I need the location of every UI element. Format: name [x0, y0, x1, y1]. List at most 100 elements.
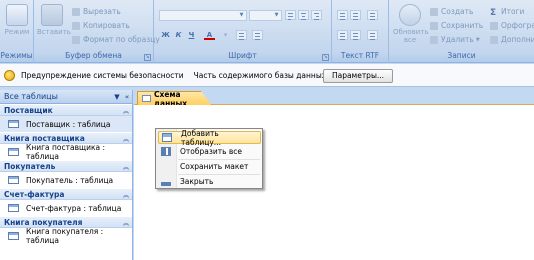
bullets-icon[interactable] — [337, 30, 348, 40]
group-rich-text: Текст RTF — [332, 0, 389, 63]
menu-item-show-all[interactable]: Отобразить все — [158, 145, 261, 158]
more-label: Дополни — [501, 35, 534, 44]
nav-group-title: Покупатель — [4, 161, 56, 171]
scissors-icon — [72, 7, 80, 16]
save-record-label: Сохранить — [441, 21, 484, 30]
numbering-icon[interactable] — [350, 30, 361, 40]
chevron-down-icon: ▼ — [239, 12, 244, 18]
group-font: ▼ ▼ Ж К Ч А ▾ Шрифт ↘ — [154, 0, 332, 63]
group-views: Режим Режимы — [0, 0, 34, 63]
cut-button[interactable]: Вырезать — [72, 6, 121, 17]
new-record-label: Создать — [441, 7, 474, 16]
group-views-label: Режимы — [0, 51, 33, 62]
nav-item-table[interactable]: Счет-фактура : таблица — [0, 200, 132, 216]
menu-item-add-table[interactable]: Добавить таблицу... — [158, 128, 261, 147]
sigma-icon: Σ — [490, 7, 497, 18]
add-table-icon — [162, 133, 172, 142]
clipboard-launcher-icon[interactable]: ↘ — [144, 54, 151, 61]
menu-item-close[interactable]: Закрыть — [158, 175, 261, 188]
copy-label: Копировать — [83, 21, 130, 30]
shield-icon — [4, 69, 15, 81]
align-left-icon[interactable] — [285, 10, 296, 20]
delete-icon — [430, 35, 438, 44]
chevron-down-icon: ▼ — [475, 36, 480, 43]
nav-group-title: Книга поставщика — [4, 133, 85, 143]
indent-decrease-icon[interactable] — [337, 10, 348, 20]
security-warning-bar: Предупреждение системы безопасности Част… — [0, 64, 534, 87]
more-icon — [490, 35, 498, 44]
nav-item-label: Книга поставщика : таблица — [26, 143, 105, 161]
menu-item-label: Добавить таблицу... — [181, 128, 221, 147]
format-painter-label: Формат по образцу — [83, 35, 160, 44]
delete-record-button[interactable]: Удалить ▼ — [430, 34, 480, 45]
menu-item-label: Сохранить макет — [180, 162, 249, 171]
ribbon: Режим Режимы Вставить Вырезать Копироват… — [0, 0, 534, 63]
nav-group-header[interactable]: Счет-фактура ︽ — [0, 188, 132, 200]
save-icon — [430, 21, 438, 30]
bold-icon[interactable]: Ж — [160, 30, 171, 40]
paste-button[interactable]: Вставить — [37, 4, 71, 48]
cut-label: Вырезать — [83, 7, 121, 16]
paste-icon — [41, 4, 63, 26]
save-record-button[interactable]: Сохранить — [430, 20, 483, 31]
options-button[interactable]: Параметры... — [323, 69, 393, 83]
nav-group-title: Счет-фактура — [4, 189, 65, 199]
group-font-label: Шрифт — [154, 51, 331, 62]
menu-item-label: Закрыть — [180, 177, 214, 186]
nav-group-header[interactable]: Покупатель ︽ — [0, 160, 132, 172]
indent-increase-icon[interactable] — [350, 10, 361, 20]
refresh-icon — [399, 4, 421, 26]
more-button[interactable]: Дополни — [490, 34, 534, 45]
tab-relationships[interactable]: Схема данных — [137, 91, 212, 105]
menu-item-save-layout[interactable]: Сохранить макет — [158, 160, 261, 173]
underline-icon[interactable]: Ч — [186, 30, 197, 40]
nav-item-label: Покупатель : таблица — [26, 175, 114, 185]
table-icon — [8, 120, 19, 128]
highlight-icon[interactable] — [367, 30, 378, 40]
table-icon — [8, 148, 19, 156]
table-icon — [8, 232, 19, 240]
group-clipboard-label: Буфер обмена — [34, 51, 153, 62]
align-right-icon[interactable] — [311, 10, 322, 20]
chevron-down-icon: ▼ — [274, 12, 279, 18]
chevron-up-icon: ︽ — [122, 107, 129, 115]
fill-pattern-icon[interactable] — [252, 30, 263, 40]
menu-item-label: Отобразить все — [180, 147, 243, 156]
align-center-icon[interactable] — [298, 10, 309, 20]
nav-item-label: Поставщик : таблица — [26, 119, 111, 129]
nav-group-title: Поставщик — [4, 105, 53, 115]
save-layout-icon — [161, 162, 171, 171]
nav-item-table[interactable]: Книга покупателя : таблица — [0, 227, 132, 245]
nav-item-label: Книга покупателя : таблица — [26, 227, 104, 245]
spelling-label: Орфогра — [501, 21, 534, 30]
gridlines-icon[interactable] — [236, 30, 247, 40]
view-button[interactable]: Режим — [3, 4, 31, 48]
new-record-button[interactable]: Создать — [430, 6, 473, 17]
spelling-button[interactable]: Орфогра — [490, 20, 534, 31]
copy-button[interactable]: Копировать — [72, 20, 130, 31]
rtl-icon[interactable] — [367, 10, 378, 20]
refresh-all-button[interactable]: Обновить все — [393, 4, 429, 48]
format-painter-button[interactable]: Формат по образцу — [72, 34, 160, 45]
nav-item-table[interactable]: Покупатель : таблица — [0, 172, 132, 188]
group-records-label: Записи — [389, 51, 534, 62]
nav-pane-header[interactable]: Все таблицы ▼ « — [0, 90, 132, 104]
nav-group-header[interactable]: Поставщик ︽ — [0, 104, 132, 116]
group-records: Обновить все Создать Сохранить Удалить ▼… — [389, 0, 534, 63]
chevron-up-icon: ︽ — [122, 135, 129, 143]
nav-item-table[interactable]: Поставщик : таблица — [0, 116, 132, 132]
font-color-icon[interactable]: А — [204, 30, 215, 40]
nav-item-table[interactable]: Книга поставщика : таблица — [0, 143, 132, 161]
document-tabstrip: Схема данных — [134, 90, 534, 105]
totals-button[interactable]: Σ Итоги — [490, 6, 524, 18]
fill-color-icon[interactable]: ▾ — [220, 30, 231, 40]
table-icon — [8, 176, 19, 184]
chevron-down-icon[interactable]: ▼ — [112, 93, 122, 101]
font-name-combo[interactable]: ▼ — [159, 10, 247, 21]
table-icon — [8, 204, 19, 212]
italic-icon[interactable]: К — [173, 30, 184, 40]
brush-icon — [72, 35, 80, 44]
font-launcher-icon[interactable]: ↘ — [322, 54, 329, 61]
font-size-combo[interactable]: ▼ — [249, 10, 282, 21]
collapse-pane-icon[interactable]: « — [122, 93, 132, 101]
